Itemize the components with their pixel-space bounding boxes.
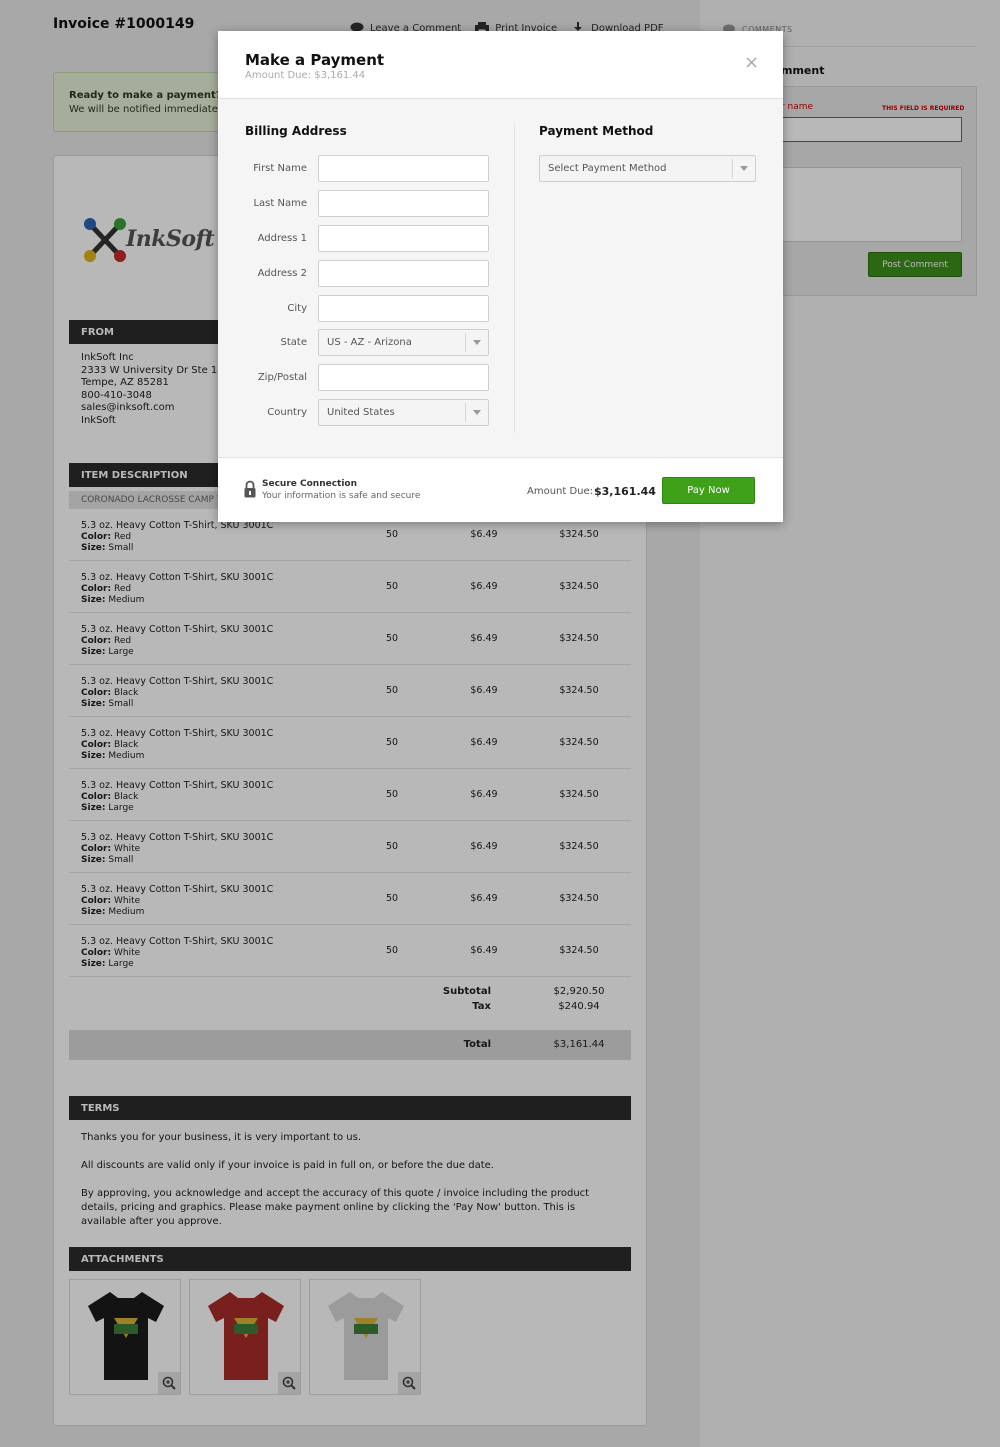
country-label: Country xyxy=(267,407,307,418)
address2-label: Address 2 xyxy=(257,268,307,279)
lock-icon xyxy=(244,480,256,498)
make-payment-modal: Make a Payment Amount Due: $3,161.44 × B… xyxy=(218,31,783,522)
address1-label: Address 1 xyxy=(257,233,307,244)
payment-method-select[interactable]: Select Payment Method xyxy=(539,155,756,182)
address2-input[interactable] xyxy=(318,260,489,287)
state-selected-value: US - AZ - Arizona xyxy=(327,337,412,348)
secure-connection-title: Secure Connection xyxy=(262,479,358,489)
modal-footer: Secure Connection Your information is sa… xyxy=(218,457,783,522)
pay-now-button[interactable]: Pay Now xyxy=(662,477,755,504)
address1-input[interactable] xyxy=(318,225,489,252)
chevron-down-icon xyxy=(732,159,755,178)
zip-label: Zip/Postal xyxy=(257,372,307,383)
payment-method-placeholder: Select Payment Method xyxy=(548,163,667,174)
amount-due-value: $3,161.44 xyxy=(594,485,656,498)
payment-method-title: Payment Method xyxy=(539,124,654,138)
modal-subtitle: Amount Due: $3,161.44 xyxy=(245,70,366,81)
chevron-down-icon xyxy=(465,403,488,422)
modal-header: Make a Payment Amount Due: $3,161.44 × xyxy=(218,31,783,99)
last-name-input[interactable] xyxy=(318,190,489,217)
secure-connection-text: Your information is safe and secure xyxy=(262,491,421,501)
amount-due-label: Amount Due: xyxy=(527,486,594,497)
country-selected-value: United States xyxy=(327,407,395,418)
city-input[interactable] xyxy=(318,295,489,322)
modal-title: Make a Payment xyxy=(245,51,385,69)
first-name-label: First Name xyxy=(253,163,307,174)
country-select[interactable]: United States xyxy=(318,399,489,426)
state-select[interactable]: US - AZ - Arizona xyxy=(318,329,489,356)
first-name-input[interactable] xyxy=(318,155,489,182)
city-label: City xyxy=(287,303,307,314)
chevron-down-icon xyxy=(465,333,488,352)
divider xyxy=(514,123,515,433)
close-icon[interactable]: × xyxy=(744,54,759,72)
state-label: State xyxy=(280,337,307,348)
billing-address-title: Billing Address xyxy=(245,124,347,138)
last-name-label: Last Name xyxy=(253,198,307,209)
zip-input[interactable] xyxy=(318,364,489,391)
